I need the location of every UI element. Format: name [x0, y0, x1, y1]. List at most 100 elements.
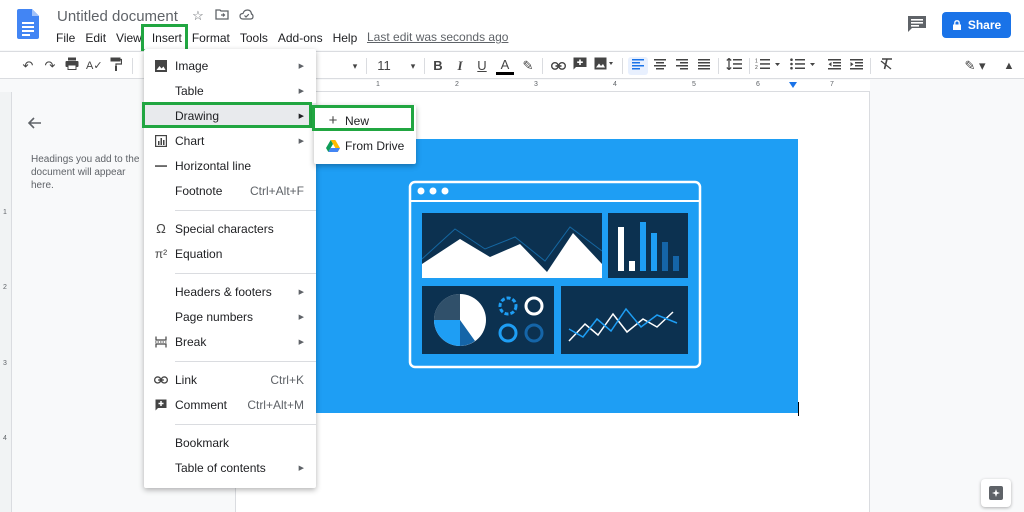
share-button[interactable]: Share [942, 12, 1011, 38]
menu-item-label: Equation [175, 246, 223, 261]
ruler-number: 2 [455, 81, 459, 88]
font-size-value[interactable]: 11 [374, 57, 394, 75]
menu-tools[interactable]: Tools [235, 30, 273, 46]
font-size-chevron-icon[interactable]: ▾ [408, 57, 418, 75]
vertical-ruler[interactable]: 1 2 3 4 [0, 92, 12, 512]
menu-item-comment[interactable]: Comment Ctrl+Alt+M [144, 392, 316, 417]
numbered-list-icon[interactable]: 12 [755, 57, 783, 75]
explore-icon [989, 486, 1003, 500]
menu-help[interactable]: Help [328, 30, 363, 46]
dashboard-illustration [408, 180, 702, 369]
explore-button[interactable] [981, 479, 1011, 507]
menu-item-footnote[interactable]: Footnote Ctrl+Alt+F [144, 178, 316, 203]
menu-file[interactable]: File [56, 30, 80, 46]
vruler-number: 4 [3, 435, 7, 442]
menu-item-break[interactable]: Break ▶ [144, 329, 316, 354]
submenu-arrow-icon: ▶ [298, 137, 304, 145]
align-center-icon[interactable] [652, 57, 668, 75]
ruler-number: 7 [830, 81, 834, 88]
docs-logo-icon[interactable] [17, 9, 39, 39]
menu-item-headers-footers[interactable]: Headers & footers ▶ [144, 279, 316, 304]
image-icon [154, 59, 168, 73]
insert-link-icon[interactable] [550, 57, 566, 75]
drawing-highlight-box [142, 102, 312, 128]
shortcut-text: Ctrl+K [270, 372, 304, 387]
menu-item-label: Special characters [175, 221, 274, 236]
submenu-item-label: From Drive [345, 138, 405, 153]
menu-item-chart[interactable]: Chart ▶ [144, 128, 316, 153]
submenu-arrow-icon: ▶ [298, 62, 304, 70]
chart-icon [154, 134, 168, 148]
collapse-toolbar-icon[interactable]: ▲ [1002, 57, 1016, 75]
menu-addons[interactable]: Add-ons [273, 30, 328, 46]
vruler-number: 3 [3, 360, 7, 367]
font-dropdown-chevron-icon[interactable]: ▾ [350, 57, 360, 75]
horizontal-ruler[interactable]: 1 2 3 4 5 6 7 [235, 80, 870, 92]
page-margin-right [871, 92, 1024, 512]
bulleted-list-icon[interactable] [790, 57, 818, 75]
underline-button[interactable]: U [474, 57, 490, 75]
menu-item-horizontal-line[interactable]: Horizontal line [144, 153, 316, 178]
svg-text:1: 1 [755, 59, 758, 65]
decrease-indent-icon[interactable] [826, 57, 842, 75]
menu-item-label: Comment [175, 397, 228, 412]
svg-text:2: 2 [755, 65, 758, 70]
menu-item-bookmark[interactable]: Bookmark [144, 430, 316, 455]
submenu-arrow-icon: ▶ [298, 288, 304, 296]
paint-format-icon[interactable] [108, 57, 124, 75]
inserted-image[interactable] [315, 139, 798, 413]
justify-icon[interactable] [696, 57, 712, 75]
submenu-item-from-drive[interactable]: From Drive [314, 133, 416, 158]
text-color-button[interactable]: A [496, 57, 514, 75]
line-spacing-icon[interactable] [725, 57, 743, 75]
menu-item-equation[interactable]: π² Equation [144, 241, 316, 266]
spellcheck-icon[interactable]: A✓ [86, 57, 103, 75]
last-edit-link[interactable]: Last edit was seconds ago [367, 30, 508, 44]
menu-item-special-characters[interactable]: Ω Special characters [144, 216, 316, 241]
menu-item-table[interactable]: Table ▶ [144, 78, 316, 103]
move-folder-icon[interactable] [214, 8, 230, 24]
document-title[interactable]: Untitled document [57, 8, 178, 25]
highlight-color-icon[interactable]: ✎ [520, 57, 536, 75]
menu-item-link[interactable]: Link Ctrl+K [144, 367, 316, 392]
align-right-icon[interactable] [674, 57, 690, 75]
cloud-status-icon[interactable] [238, 8, 254, 24]
back-arrow-icon[interactable] [26, 114, 44, 132]
editing-mode-icon[interactable]: ✎ ▾ [962, 57, 988, 75]
right-indent-marker[interactable] [789, 82, 797, 88]
menu-item-label: Break [175, 334, 207, 349]
ruler-number: 6 [756, 81, 760, 88]
submenu-arrow-icon: ▶ [298, 87, 304, 95]
undo-icon[interactable]: ↶ [20, 57, 36, 75]
link-icon [154, 373, 168, 387]
align-left-icon[interactable] [628, 57, 648, 75]
comments-icon[interactable] [907, 15, 927, 33]
menu-item-image[interactable]: Image ▶ [144, 53, 316, 78]
vruler-number: 2 [3, 284, 7, 291]
increase-indent-icon[interactable] [848, 57, 864, 75]
menu-item-page-numbers[interactable]: Page numbers ▶ [144, 304, 316, 329]
redo-icon[interactable]: ↷ [42, 57, 58, 75]
italic-button[interactable]: I [452, 57, 468, 75]
add-comment-icon[interactable] [572, 57, 588, 75]
omega-icon: Ω [156, 221, 166, 236]
ruler-number: 3 [534, 81, 538, 88]
menu-item-label: Bookmark [175, 435, 230, 450]
submenu-arrow-icon: ▶ [298, 464, 304, 472]
pi-icon: π² [154, 246, 168, 261]
google-drive-icon [326, 139, 340, 153]
clear-formatting-icon[interactable] [878, 57, 894, 75]
menu-format[interactable]: Format [187, 30, 235, 46]
shortcut-text: Ctrl+Alt+M [247, 397, 304, 412]
insert-menu-highlight-box [141, 24, 188, 52]
menu-edit[interactable]: Edit [80, 30, 111, 46]
star-icon[interactable]: ☆ [190, 8, 206, 24]
bold-button[interactable]: B [430, 57, 446, 75]
menu-item-table-of-contents[interactable]: Table of contents ▶ [144, 455, 316, 480]
menu-item-label: Horizontal line [175, 158, 252, 173]
insert-image-icon[interactable] [594, 57, 614, 75]
ruler-number: 5 [692, 81, 696, 88]
text-cursor [798, 402, 799, 416]
comment-icon [154, 398, 168, 412]
print-icon[interactable] [64, 57, 80, 75]
